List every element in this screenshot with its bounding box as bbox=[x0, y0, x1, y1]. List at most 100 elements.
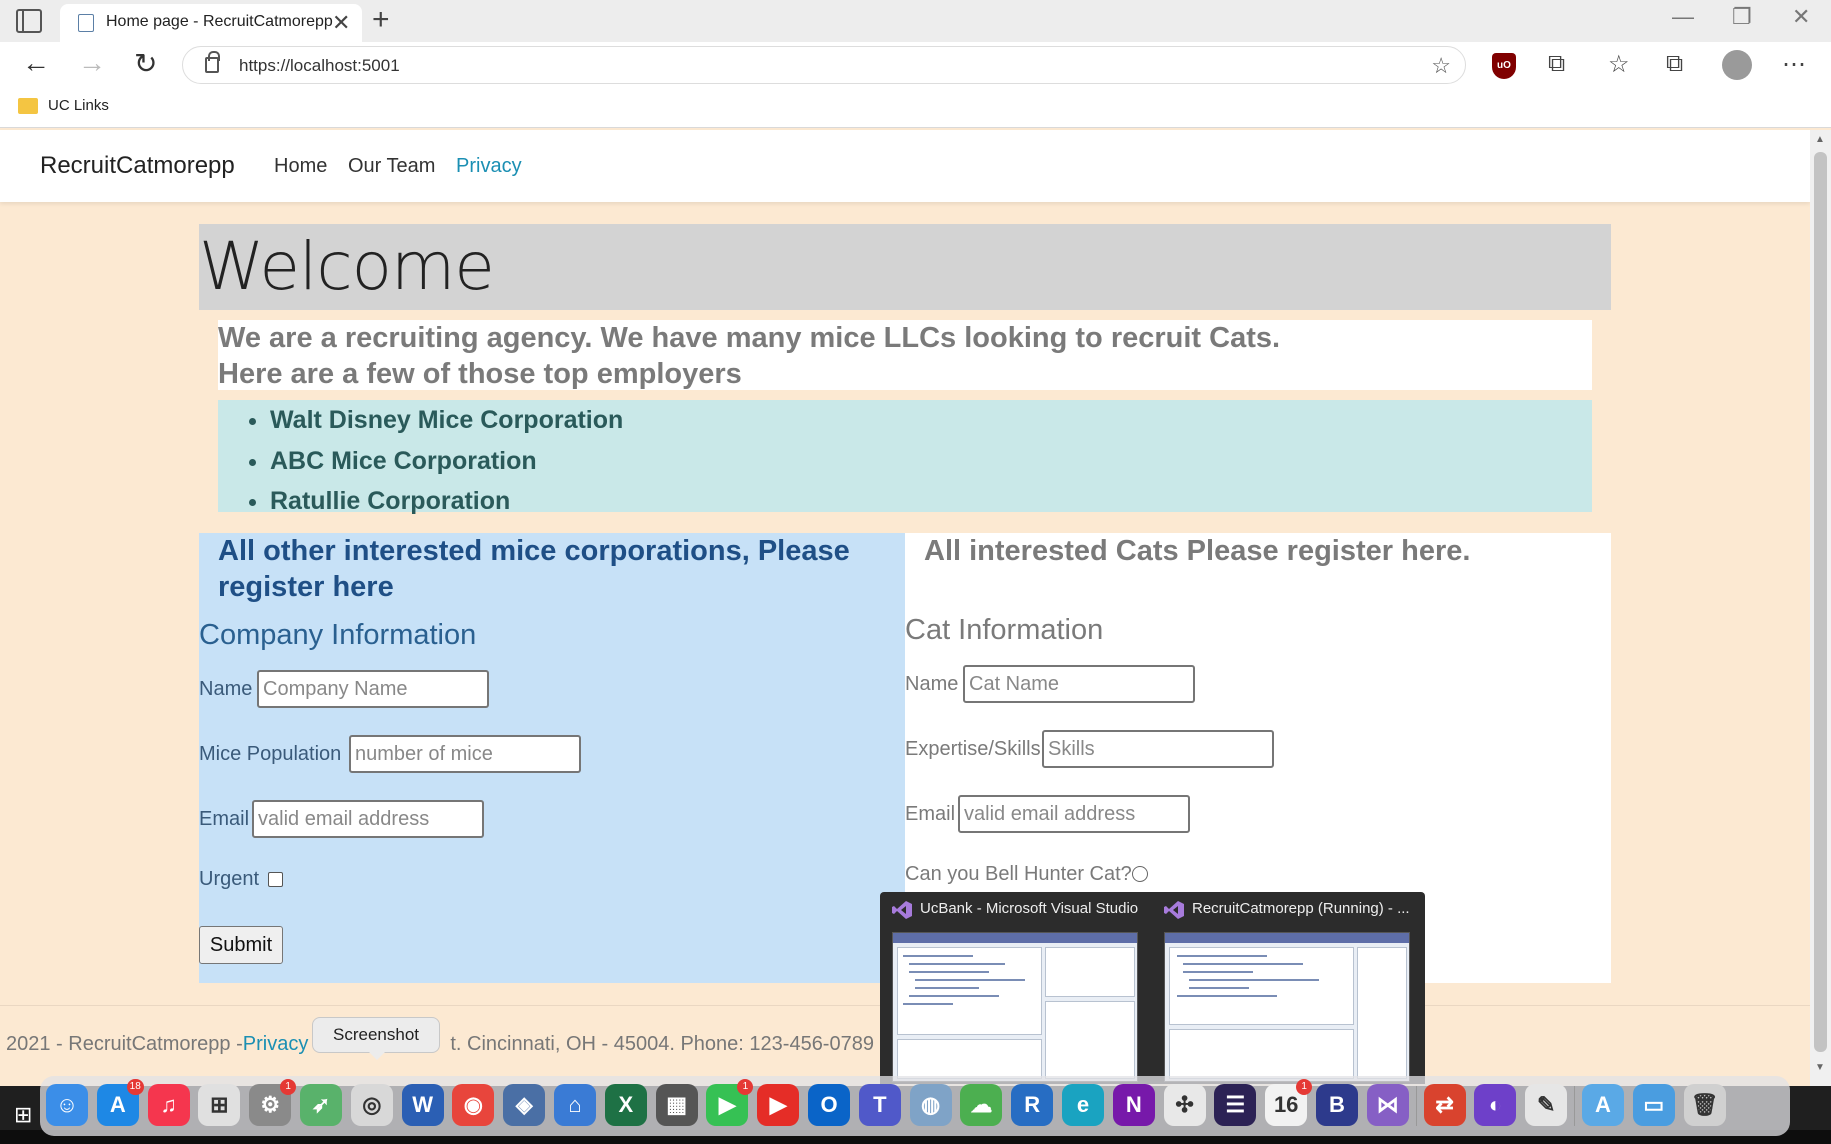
tab-title: Home page - RecruitCatmorepp bbox=[106, 13, 333, 30]
company-name-input[interactable] bbox=[257, 670, 489, 708]
word-icon[interactable]: W bbox=[401, 1084, 444, 1126]
mice-population-label: Mice Population bbox=[199, 743, 342, 765]
submit-button[interactable]: Submit bbox=[199, 926, 283, 964]
skills-label: Expertise/Skills bbox=[905, 738, 1041, 760]
cat-name-input[interactable] bbox=[963, 665, 1195, 703]
chrome-icon[interactable]: ◉ bbox=[452, 1084, 495, 1126]
nav-our-team[interactable]: Our Team bbox=[348, 155, 435, 178]
site-navbar: RecruitCatmorepp Home Our Team Privacy bbox=[0, 130, 1810, 202]
github-icon[interactable]: ◐ bbox=[1474, 1084, 1517, 1126]
new-tab-icon[interactable]: + bbox=[372, 3, 390, 37]
thumbnail-window-1[interactable]: UcBank - Microsoft Visual Studio bbox=[880, 892, 1142, 1084]
music-icon[interactable]: ♫ bbox=[147, 1084, 190, 1126]
finder-icon[interactable]: ☺ bbox=[46, 1084, 88, 1126]
screenshot-tooltip: Screenshot bbox=[312, 1017, 440, 1060]
youtube-icon[interactable]: ▶ bbox=[757, 1084, 800, 1126]
welcome-banner: Welcome bbox=[199, 224, 1611, 310]
scroll-down-icon[interactable]: ▼ bbox=[1815, 1062, 1825, 1073]
nav-privacy[interactable]: Privacy bbox=[456, 155, 522, 178]
network-icon[interactable]: ◍ bbox=[909, 1084, 952, 1126]
thumbnail-preview bbox=[892, 932, 1138, 1082]
company-email-input[interactable] bbox=[252, 800, 484, 838]
minimize-icon[interactable]: — bbox=[1672, 4, 1694, 30]
url-text[interactable]: https://localhost:5001 bbox=[239, 56, 400, 76]
intro-line-1: We are a recruiting agency. We have many… bbox=[218, 322, 1281, 354]
bell-hunter-label: Can you Bell Hunter Cat? bbox=[905, 863, 1132, 885]
employer-list: Walt Disney Mice Corporation ABC Mice Co… bbox=[218, 400, 1592, 515]
back-arrow-icon[interactable]: ← bbox=[22, 47, 50, 79]
onenote-icon[interactable]: N bbox=[1112, 1084, 1155, 1126]
trash-icon[interactable]: 🗑 bbox=[1683, 1084, 1726, 1126]
add-favorite-icon[interactable]: ☆ bbox=[1431, 53, 1451, 79]
close-window-icon[interactable]: ✕ bbox=[1792, 4, 1810, 30]
nav-home[interactable]: Home bbox=[274, 155, 327, 178]
facetime-icon[interactable]: ▶ 1 bbox=[706, 1079, 754, 1126]
taskbar-thumbnail-popup: UcBank - Microsoft Visual Studio Recruit… bbox=[880, 892, 1425, 1084]
ublock-origin-icon[interactable]: uO bbox=[1492, 53, 1516, 79]
restore-icon[interactable]: ❐ bbox=[1732, 4, 1752, 30]
launchpad-icon[interactable]: ⊞ bbox=[198, 1084, 241, 1126]
close-tab-icon[interactable]: ✕ bbox=[332, 10, 350, 36]
scroll-thumb[interactable] bbox=[1814, 152, 1827, 1052]
documents-folder-icon[interactable]: ▭ bbox=[1632, 1084, 1675, 1126]
textedit-icon[interactable]: ✎ bbox=[1525, 1084, 1568, 1126]
extensions-puzzle-icon[interactable]: ⧉ bbox=[1548, 50, 1565, 78]
calculator-icon[interactable]: ▦ bbox=[655, 1084, 698, 1126]
page-title: Welcome bbox=[199, 228, 495, 305]
urgent-checkbox[interactable] bbox=[268, 872, 283, 887]
more-menu-icon[interactable]: ⋯ bbox=[1782, 50, 1806, 79]
teams-icon[interactable]: T bbox=[858, 1084, 901, 1126]
favorites-icon[interactable]: ☆ bbox=[1608, 50, 1630, 79]
bbedit-icon[interactable]: B bbox=[1316, 1084, 1358, 1126]
cat-panel-heading: All interested Cats Please register here… bbox=[924, 535, 1471, 567]
page-scrollbar[interactable]: ▲ ▼ bbox=[1810, 130, 1831, 1086]
list-item: ABC Mice Corporation bbox=[270, 441, 1592, 482]
bookmark-folder-uc-links[interactable]: UC Links bbox=[48, 97, 109, 114]
scroll-up-icon[interactable]: ▲ bbox=[1815, 134, 1825, 145]
address-bar[interactable]: https://localhost:5001 ☆ bbox=[182, 46, 1466, 84]
skills-input[interactable] bbox=[1042, 730, 1274, 768]
mice-population-input[interactable] bbox=[349, 735, 581, 773]
eclipse-icon[interactable]: ☰ bbox=[1214, 1084, 1257, 1126]
lock-icon[interactable] bbox=[205, 51, 220, 73]
browser-tab[interactable]: Home page - RecruitCatmorepp ✕ bbox=[60, 4, 362, 42]
forward-arrow-icon[interactable]: → bbox=[78, 47, 106, 79]
bell-hunter-radio[interactable] bbox=[1132, 866, 1148, 882]
visual-studio-icon[interactable]: ⋈ bbox=[1366, 1084, 1409, 1126]
system-preferences-icon[interactable]: ⚙ 1 bbox=[249, 1079, 297, 1126]
vertical-tabs-icon[interactable] bbox=[16, 9, 42, 33]
visual-studio-icon bbox=[1164, 901, 1184, 919]
remote-desktop-icon[interactable]: ⇄ bbox=[1423, 1084, 1466, 1126]
app-store-icon[interactable]: A 18 bbox=[96, 1079, 144, 1126]
thumbnail-window-2[interactable]: RecruitCatmorepp (Running) - ... bbox=[1152, 892, 1414, 1084]
applications-folder-icon[interactable]: A bbox=[1582, 1084, 1624, 1126]
list-item: Walt Disney Mice Corporation bbox=[270, 400, 1592, 441]
footer-address: t. Cincinnati, OH - 45004. Phone: 123-45… bbox=[450, 1033, 874, 1055]
tab-bar: Home page - RecruitCatmorepp ✕ + — ❐ ✕ bbox=[0, 0, 1831, 42]
outlook-icon[interactable]: O bbox=[808, 1084, 850, 1126]
intro-block: We are a recruiting agency. We have many… bbox=[218, 320, 1592, 390]
home-icon[interactable]: ⌂ bbox=[554, 1084, 596, 1126]
collections-icon[interactable]: ⧉ bbox=[1666, 50, 1683, 78]
footer-privacy-link[interactable]: Privacy bbox=[243, 1033, 309, 1055]
windows-start-icon[interactable]: ⊞ bbox=[14, 1102, 32, 1128]
calendar-icon[interactable]: 16 1 bbox=[1265, 1079, 1313, 1126]
r-icon[interactable]: R bbox=[1011, 1084, 1054, 1126]
maps-icon[interactable]: ➶ bbox=[300, 1084, 342, 1126]
excel-icon[interactable]: X bbox=[604, 1084, 647, 1126]
reload-icon[interactable]: ↻ bbox=[134, 47, 157, 80]
bookmarks-bar: UC Links bbox=[0, 88, 1831, 128]
tableau-icon[interactable]: ✣ bbox=[1163, 1084, 1206, 1126]
page-favicon-icon bbox=[78, 14, 94, 32]
edge-icon[interactable]: e bbox=[1062, 1084, 1104, 1126]
vmware-icon[interactable]: ◈ bbox=[503, 1084, 546, 1126]
cat-email-input[interactable] bbox=[958, 795, 1190, 833]
company-email-label: Email bbox=[199, 808, 250, 830]
screenshot-icon[interactable]: ◎ bbox=[350, 1084, 393, 1126]
site-brand[interactable]: RecruitCatmorepp bbox=[40, 152, 235, 180]
cloud-icon[interactable]: ☁ bbox=[960, 1084, 1003, 1126]
urgent-label: Urgent bbox=[199, 868, 260, 890]
folder-icon[interactable] bbox=[18, 98, 38, 114]
address-toolbar: ← → ↻ https://localhost:5001 ☆ uO ⧉ ☆ ⧉ … bbox=[0, 42, 1831, 88]
profile-avatar-icon[interactable] bbox=[1722, 50, 1752, 80]
